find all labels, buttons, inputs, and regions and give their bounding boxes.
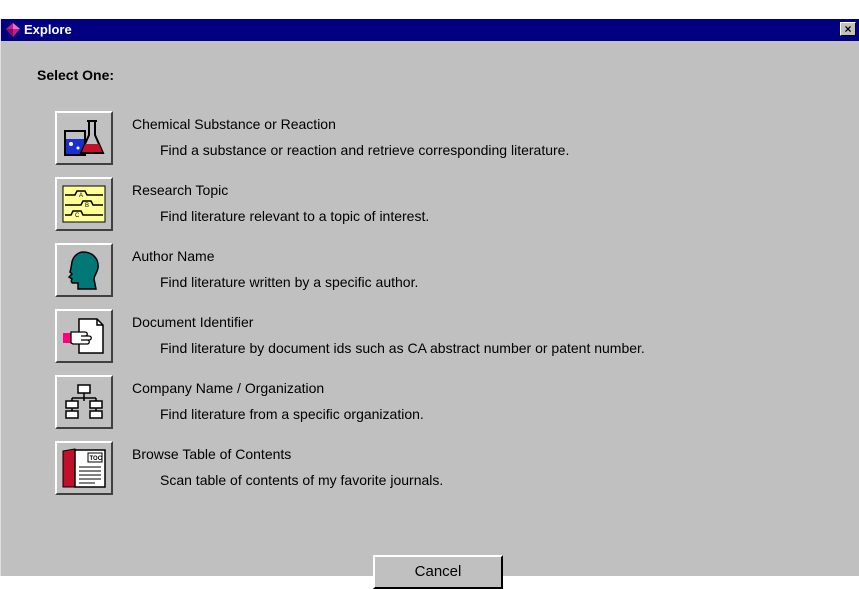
head-profile-icon xyxy=(67,251,99,290)
beaker-flask-icon xyxy=(64,120,105,156)
option-description: Find a substance or reaction and retriev… xyxy=(160,142,570,158)
table-of-contents-button[interactable]: TOC xyxy=(55,441,113,495)
select-one-label: Select One: xyxy=(37,67,115,83)
option-title: Author Name xyxy=(132,248,215,264)
option-description: Scan table of contents of my favorite jo… xyxy=(160,472,444,488)
title-bar: Explore × xyxy=(1,19,859,41)
toc-icon-label: TOC xyxy=(90,456,103,462)
svg-text:C: C xyxy=(75,213,80,219)
option-chemical-substance: Chemical Substance or Reaction Find a su… xyxy=(53,111,843,175)
svg-text:A: A xyxy=(79,193,83,199)
org-chart-icon xyxy=(65,384,103,419)
svg-text:B: B xyxy=(85,203,89,209)
option-title: Document Identifier xyxy=(132,314,254,330)
option-title: Research Topic xyxy=(132,182,229,198)
option-company-organization: Company Name / Organization Find literat… xyxy=(53,375,843,439)
option-title: Browse Table of Contents xyxy=(132,446,292,462)
document-hand-icon xyxy=(63,318,104,354)
company-organization-button[interactable] xyxy=(55,375,113,429)
option-research-topic: A B C Research Topic Find literature rel… xyxy=(53,177,843,241)
author-name-button[interactable] xyxy=(55,243,113,297)
option-author-name: Author Name Find literature written by a… xyxy=(53,243,843,307)
document-identifier-button[interactable] xyxy=(55,309,113,363)
option-document-identifier: Document Identifier Find literature by d… xyxy=(53,309,843,373)
option-description: Find literature by document ids such as … xyxy=(160,340,645,356)
option-table-of-contents: TOC Browse Table of Contents Scan table … xyxy=(53,441,843,505)
close-button[interactable]: × xyxy=(840,22,856,36)
toc-book-icon: TOC xyxy=(62,448,106,488)
window-title: Explore xyxy=(24,22,72,37)
option-title: Company Name / Organization xyxy=(132,380,325,396)
research-topic-button[interactable]: A B C xyxy=(55,177,113,231)
app-diamond-icon xyxy=(6,23,20,37)
option-description: Find literature from a specific organiza… xyxy=(160,406,424,422)
topic-tabs-icon: A B C xyxy=(62,185,106,223)
chemical-substance-button[interactable] xyxy=(55,111,113,165)
option-description: Find literature relevant to a topic of i… xyxy=(160,208,430,224)
option-description: Find literature written by a specific au… xyxy=(160,274,419,290)
cancel-button[interactable]: Cancel xyxy=(373,555,503,589)
option-title: Chemical Substance or Reaction xyxy=(132,116,336,132)
explore-dialog: Explore × Select One: Chemical Substance… xyxy=(0,19,859,589)
